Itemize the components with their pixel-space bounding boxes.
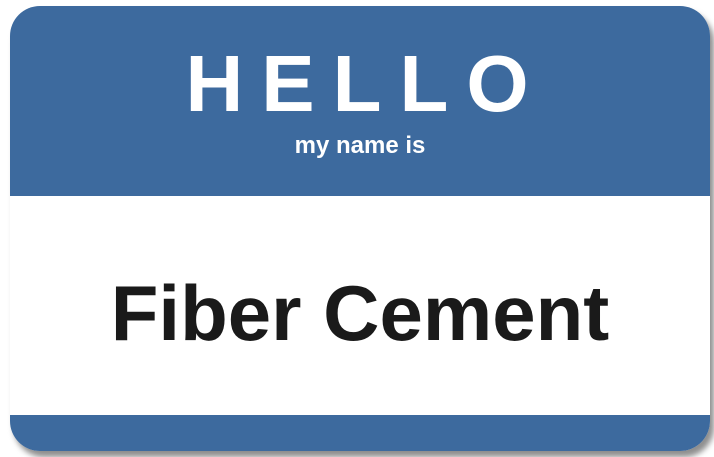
- greeting-title: HELLO: [185, 39, 547, 128]
- footer-band: [10, 415, 710, 451]
- name-tag: HELLO my name is Fiber Cement: [10, 6, 710, 451]
- name-text: Fiber Cement: [110, 269, 610, 357]
- greeting-subtitle: my name is: [294, 132, 426, 159]
- name-tag-canvas: HELLO my name is Fiber Cement: [0, 0, 714, 457]
